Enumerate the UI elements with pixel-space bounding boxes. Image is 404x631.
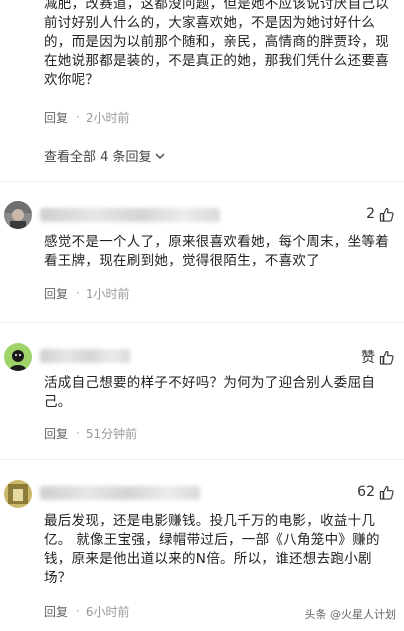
like-count: 62 bbox=[357, 484, 375, 500]
meta-dot: · bbox=[76, 110, 80, 124]
like-count: 2 bbox=[366, 206, 375, 222]
avatar[interactable] bbox=[4, 343, 32, 371]
avatar[interactable] bbox=[4, 201, 32, 229]
reply-button[interactable]: 回复 bbox=[44, 603, 68, 620]
like-button[interactable]: 62 bbox=[357, 484, 394, 500]
like-count: 赞 bbox=[361, 350, 375, 366]
username[interactable] bbox=[40, 208, 220, 222]
comment-text: 减肥，改赛道，这都没问题，但是她不应该说讨厌自己以前讨好别人什么的，大家喜欢她，… bbox=[44, 0, 389, 88]
separator bbox=[0, 459, 404, 460]
username[interactable] bbox=[40, 486, 200, 500]
view-all-replies-label: 查看全部 4 条回复 bbox=[44, 150, 152, 165]
meta-dot: · bbox=[76, 426, 80, 440]
thumbs-up-icon bbox=[379, 485, 394, 500]
separator bbox=[0, 322, 404, 323]
comment-time: 6小时前 bbox=[85, 604, 130, 619]
chevron-down-icon bbox=[155, 153, 165, 159]
separator bbox=[0, 181, 404, 182]
like-button[interactable]: 赞 bbox=[361, 347, 394, 367]
comment-time: 2小时前 bbox=[85, 110, 130, 125]
comment-time: 1小时前 bbox=[85, 286, 130, 301]
view-all-replies-button[interactable]: 查看全部 4 条回复 bbox=[44, 146, 165, 165]
thumbs-up-icon bbox=[379, 207, 394, 222]
avatar[interactable] bbox=[4, 480, 32, 508]
comment-meta: 回复 · 6小时前 bbox=[44, 602, 129, 620]
reply-button[interactable]: 回复 bbox=[44, 425, 68, 442]
watermark-text: 头条 @火星人计划 bbox=[304, 608, 397, 621]
reply-button[interactable]: 回复 bbox=[44, 285, 68, 302]
reply-button[interactable]: 回复 bbox=[44, 109, 68, 126]
comment-meta: 回复 · 1小时前 bbox=[44, 284, 129, 302]
thumbs-up-icon bbox=[379, 350, 394, 365]
comment-meta: 回复 · 51分钟前 bbox=[44, 424, 137, 442]
watermark: 头条 @火星人计划 bbox=[305, 606, 397, 622]
comment-time: 51分钟前 bbox=[85, 426, 138, 441]
comment-text: 感觉不是一个人了，原来很喜欢看她，每个周末，坐等着看王牌，现在刷到她，觉得很陌生… bbox=[44, 234, 389, 269]
comment-text: 最后发现，还是电影赚钱。投几千万的电影，收益十几亿。 就像王宝强，绿帽带过后，一… bbox=[44, 513, 380, 586]
comment-meta: 回复 · 2小时前 bbox=[44, 108, 129, 126]
meta-dot: · bbox=[76, 286, 80, 300]
meta-dot: · bbox=[76, 604, 80, 618]
username[interactable] bbox=[40, 349, 130, 363]
comment-text: 活成自己想要的样子不好吗？为何为了迎合别人委屈自己。 bbox=[44, 375, 376, 410]
like-button[interactable]: 2 bbox=[366, 206, 394, 222]
